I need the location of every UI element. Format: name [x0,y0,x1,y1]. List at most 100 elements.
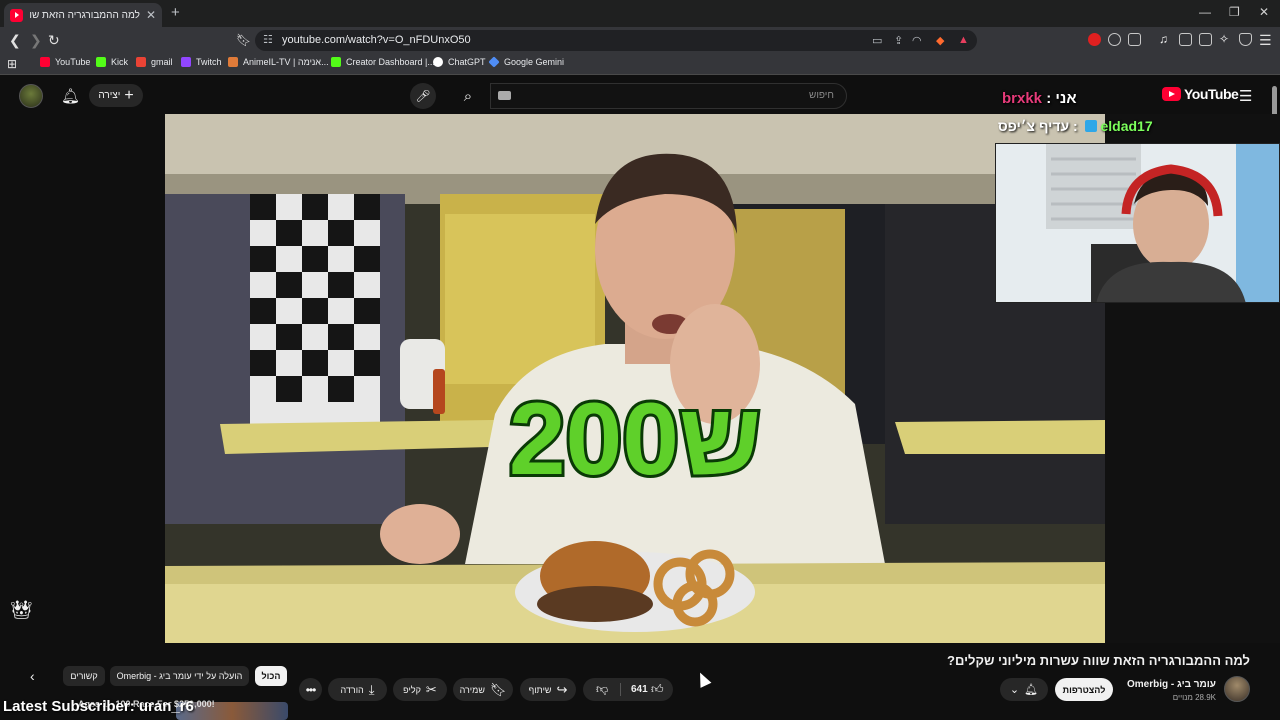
kick-icon [331,57,341,67]
chip-related[interactable]: קשורים [63,666,105,686]
search-icon[interactable]: ⌕ [450,83,486,109]
chat-badge-icon [1084,120,1097,132]
share-label: שיתוף [528,684,552,695]
gmail-icon [136,57,146,67]
download-button[interactable]: הורדה ⤓ [328,678,387,701]
bookmark-animeil[interactable]: AnimeIL-TV | אנימה... [228,57,329,67]
brave-shield-icon[interactable]: ◆ [936,34,944,47]
plus-icon: + [124,86,134,104]
restore-button[interactable]: ❐ [1229,5,1240,19]
like-icon[interactable]: 👍︎ [651,682,664,697]
sidebar-icon[interactable] [1179,33,1192,46]
apps-grid-icon[interactable]: ⊞ [7,56,17,72]
bell-icon: 🔔︎ [1024,684,1039,696]
streamer-webcam [995,143,1280,303]
scissors-icon: ✂ [425,682,437,697]
share-button[interactable]: שיתוף ↪ [520,678,576,701]
youtube-logo[interactable]: YouTube [1162,86,1239,102]
chip-uploaded-by[interactable]: הועלה על ידי עומר ביג - Omerbig [110,666,249,686]
channel-avatar[interactable] [1224,676,1250,702]
media-controls-icon[interactable]: ♫ [1159,32,1172,46]
extensions-puzzle-icon[interactable] [1108,33,1121,46]
more-actions-button[interactable]: ••• [299,678,322,701]
rewards-icon[interactable]: ▲ [958,34,969,46]
browser-tab-active[interactable]: למה ההמבורגריה הזאת שווה ע... ✕ [4,3,162,27]
webcam-frame [996,144,1279,302]
wallet-icon[interactable] [1199,33,1212,46]
stream-overlay-name: אני : brxkk [1002,90,1077,107]
back-icon[interactable]: ❮ [9,32,21,48]
rss-icon[interactable]: ◠ [912,34,922,47]
bookmark-gemini[interactable]: Google Gemini [488,56,565,68]
notifications-bell-icon[interactable]: 🔔︎ [61,87,80,105]
video-frame: 200ש [165,114,1105,643]
close-tab-icon[interactable]: ✕ [146,8,156,22]
search-placeholder: חיפוש [809,90,834,101]
share-icon[interactable]: ⇪ [894,34,903,47]
account-avatar[interactable] [19,84,43,108]
bookmark-creator-dashboard[interactable]: Creator Dashboard |... [331,57,435,67]
video-title: למה ההמבורגריה הזאת שווה עשרות מיליוני ש… [947,653,1250,668]
crown-avatar-icon: 👑︎ [10,600,33,620]
save-button[interactable]: שמירה 🔖︎ [453,678,513,701]
mouse-cursor-icon [694,670,712,688]
download-label: הורדה [340,684,364,695]
bookmark-page-icon[interactable]: 🔖︎ [236,32,251,48]
guide-menu-icon[interactable]: ☰ [1239,87,1252,105]
forward-icon[interactable]: ❯ [30,32,42,48]
checkerboard-wall [250,194,380,434]
channel-name[interactable]: עומר ביג - Omerbig [1127,679,1216,690]
create-label: יצירה [98,90,121,101]
url-text: youtube.com/watch?v=O_nFDUnxO50 [282,34,471,46]
bookmark-label: AnimeIL-TV | אנימה... [243,57,329,67]
new-tab-button[interactable]: + [171,4,180,21]
bookmark-chatgpt[interactable]: ChatGPT [433,57,486,67]
animeil-icon [228,57,238,67]
menu-icon[interactable]: ☰ [1259,32,1272,48]
youtube-favicon-icon [10,8,23,22]
overlay-nick: brxkk [1002,90,1043,107]
voice-search-icon[interactable]: 🎤︎ [410,83,436,109]
twitch-icon [181,57,191,67]
extension-record-icon[interactable] [1088,33,1101,46]
chip-all[interactable]: הכול [255,666,287,686]
chatgpt-icon [433,57,443,67]
join-button[interactable]: להצטרפות [1055,678,1113,701]
search-input[interactable]: חיפוש [490,83,847,109]
bookmark-label: Creator Dashboard |... [346,57,435,67]
bookmark-label: ChatGPT [448,57,486,67]
bookmark-gmail[interactable]: gmail [136,57,173,67]
leo-ai-icon[interactable]: ✧ [1219,32,1232,46]
share-arrow-icon: ↪ [556,682,568,697]
screenshot-extension-icon[interactable] [1128,33,1141,46]
keyboard-icon[interactable] [498,91,511,100]
bookmark-label: Kick [111,57,129,67]
chevron-down-icon: ⌄ [1009,684,1020,696]
tab-title: למה ההמבורגריה הזאת שווה ע... [29,9,140,21]
bookmark-kick[interactable]: Kick [96,57,128,67]
subscribed-button[interactable]: ⌄ 🔔︎ [1000,678,1048,701]
youtube-page: 🔔︎ יצירה + 🎤︎ ⌕ חיפוש אני : brxkk YouTub… [0,76,1280,720]
chat-username: eldad17 [1100,118,1153,134]
bookmark-label: YouTube [55,57,91,67]
browser-tab-bar: למה ההמבורגריה הזאת שווה ע... ✕ + — ❐ ✕ [0,0,1280,27]
create-button[interactable]: יצירה + [89,84,143,107]
address-bar[interactable]: ☷ youtube.com/watch?v=O_nFDUnxO50 ▭ ⇪ ◠ … [255,30,977,51]
bookmark-icon: 🔖︎ [489,682,507,697]
bookmark-label: Google Gemini [504,57,565,67]
chevron-left-icon[interactable]: ‹ [30,668,35,684]
vpn-shield-icon[interactable] [1239,33,1252,46]
clip-button[interactable]: קליפ ✂ [393,678,447,701]
cast-icon[interactable]: ▭ [872,34,882,47]
site-settings-icon[interactable]: ☷ [263,33,273,46]
bookmark-youtube[interactable]: YouTube [40,57,90,67]
dislike-icon[interactable]: 👎︎ [596,682,608,697]
bookmarks-bar: ⊞ YouTube Kick gmail Twitch AnimeIL-TV |… [0,53,1280,75]
download-icon: ⤓ [368,682,375,697]
reload-icon[interactable]: ↻ [48,32,60,48]
overlay-me-label: אני : [1046,90,1077,107]
bookmark-twitch[interactable]: Twitch [181,57,222,67]
close-window-button[interactable]: ✕ [1259,5,1269,19]
video-player[interactable]: 200ש [165,114,1105,643]
minimize-button[interactable]: — [1199,5,1211,19]
